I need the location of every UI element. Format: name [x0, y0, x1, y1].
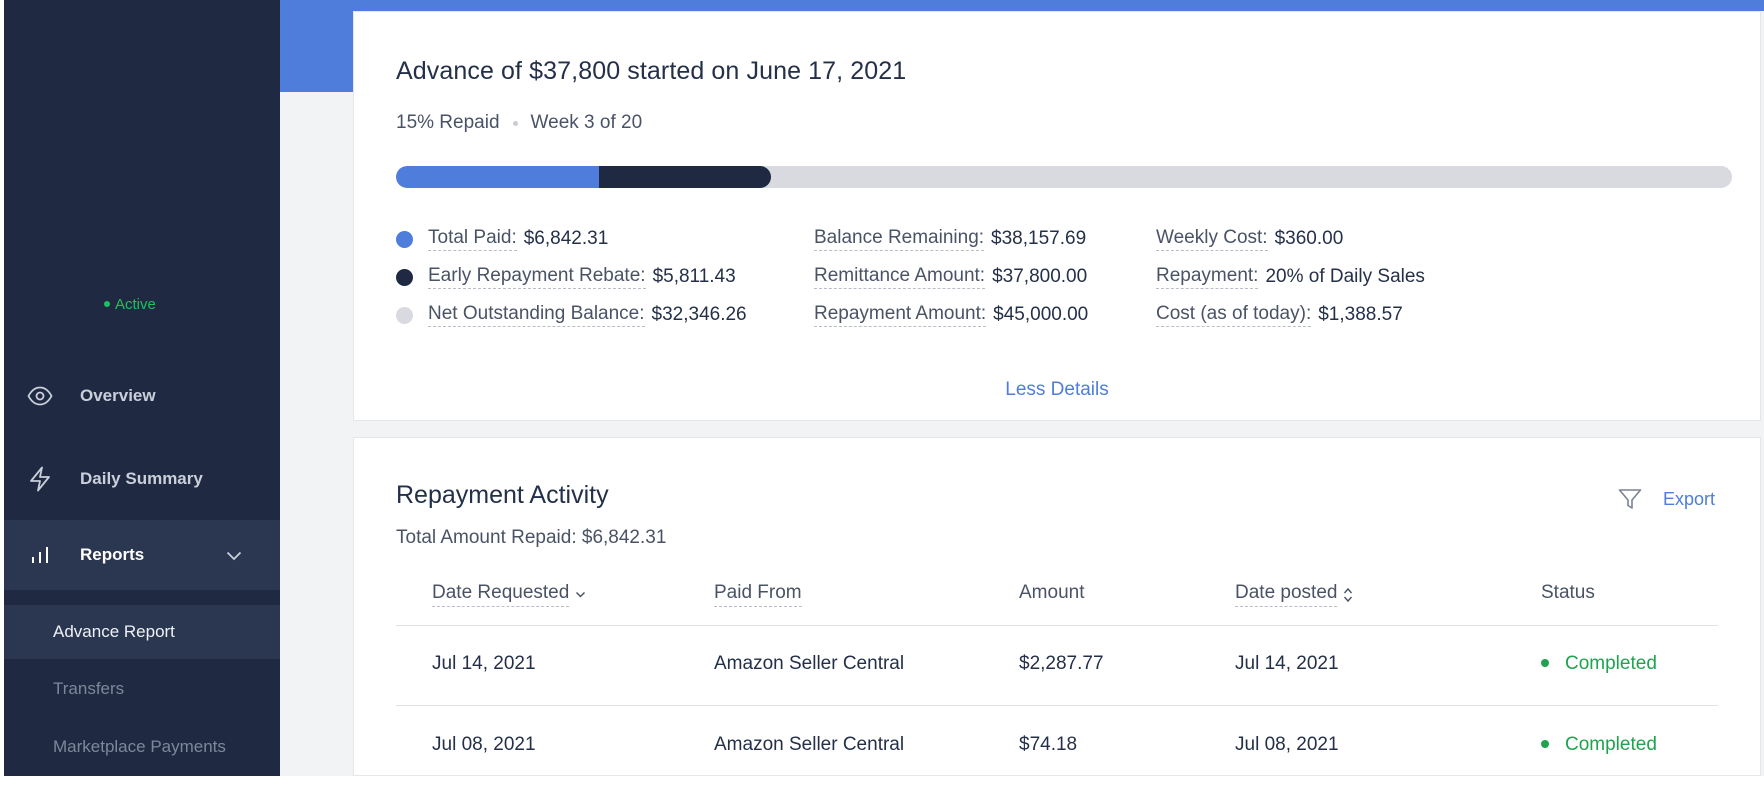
legend-dot-icon — [396, 268, 413, 286]
sidebar-item-overview[interactable]: Overview — [4, 361, 280, 431]
filter-icon[interactable] — [1617, 486, 1645, 514]
sidebar-item-daily-summary[interactable]: Daily Summary — [4, 444, 280, 514]
sidebar-item-label: Reports — [80, 545, 145, 564]
column-header-label: Date Requested — [432, 582, 570, 607]
total-amount-repaid: Total Amount Repaid: $6,842.31 — [396, 527, 667, 548]
sidebar-subitem-marketplace-payments[interactable]: Marketplace Payments — [4, 720, 280, 774]
table-row[interactable]: Jul 08, 2021 Amazon Seller Central $74.1… — [396, 706, 1718, 786]
column-header-date-posted[interactable]: Date posted — [1235, 582, 1353, 607]
detail-repayment-amount: Repayment Amount: $45,000.00 — [814, 296, 1088, 334]
detail-label: Cost (as of today): — [1156, 303, 1312, 327]
advance-subtitle: 15% Repaid Week 3 of 20 — [396, 112, 642, 134]
legend-label: Early Repayment Rebate: — [428, 265, 646, 289]
chevron-down-icon[interactable] — [226, 546, 242, 566]
status-dot-icon — [1541, 740, 1549, 748]
status-label: Active — [115, 296, 156, 313]
legend-early-repayment-rebate: Early Repayment Rebate: $5,811.43 — [396, 258, 747, 296]
status-text: Completed — [1565, 653, 1657, 674]
detail-value: $1,388.57 — [1318, 304, 1403, 325]
lightning-icon — [26, 465, 54, 493]
separator-dot — [512, 120, 518, 126]
sidebar-subitem-label: Advance Report — [53, 622, 175, 641]
column-header-label: Paid From — [714, 582, 802, 607]
detail-label: Balance Remaining: — [814, 227, 985, 251]
sidebar-item-reports[interactable]: Reports — [4, 520, 280, 590]
cell-paid-from: Amazon Seller Central — [714, 653, 905, 674]
table-row[interactable]: Jul 14, 2021 Amazon Seller Central $2,28… — [396, 625, 1718, 706]
detail-repayment: Repayment: 20% of Daily Sales — [1156, 258, 1425, 296]
legend-dot-icon — [396, 306, 413, 324]
status-text: Completed — [1565, 734, 1657, 755]
advance-title: Advance of $37,800 started on June 17, 2… — [396, 57, 907, 85]
column-header-amount[interactable]: Amount — [1019, 582, 1084, 604]
detail-balance-remaining: Balance Remaining: $38,157.69 — [814, 220, 1088, 258]
detail-value: $360.00 — [1274, 228, 1344, 249]
status-badge: Completed — [1541, 734, 1657, 756]
bar-chart-icon — [26, 541, 54, 569]
status-dot-icon — [104, 301, 110, 308]
status-badge: Completed — [1541, 653, 1657, 675]
detail-value: $45,000.00 — [993, 304, 1089, 325]
cell-date-requested: Jul 08, 2021 — [432, 734, 536, 755]
legend-total-paid: Total Paid: $6,842.31 — [396, 220, 747, 258]
account-status: Active — [104, 296, 156, 313]
detail-label: Remittance Amount: — [814, 265, 986, 289]
column-header-label: Date posted — [1235, 582, 1338, 607]
header-accent-strip — [280, 0, 1764, 11]
export-link[interactable]: Export — [1663, 489, 1715, 510]
chevron-down-icon — [575, 591, 586, 599]
legend-dot-icon — [396, 230, 413, 248]
detail-value: $37,800.00 — [992, 266, 1088, 287]
sidebar-subitem-advance-report[interactable]: Advance Report — [4, 605, 280, 659]
sidebar-item-label: Daily Summary — [80, 469, 203, 488]
table-header: Date Requested Paid From Amount Date pos… — [396, 568, 1718, 626]
legend-label: Net Outstanding Balance: — [428, 303, 645, 327]
column-header-status[interactable]: Status — [1541, 582, 1595, 604]
status-dot-icon — [1541, 659, 1549, 667]
legend-value: $32,346.26 — [651, 304, 747, 325]
cell-date-posted: Jul 08, 2021 — [1235, 734, 1339, 755]
header-accent-block — [280, 0, 353, 92]
repayment-activity-card: Repayment Activity Total Amount Repaid: … — [353, 437, 1761, 776]
detail-remittance-amount: Remittance Amount: $37,800.00 — [814, 258, 1088, 296]
detail-label: Weekly Cost: — [1156, 227, 1268, 251]
column-header-paid-from[interactable]: Paid From — [714, 582, 802, 607]
repayment-progress-bar — [396, 166, 1732, 188]
cell-amount: $74.18 — [1019, 734, 1078, 755]
legend-value: $6,842.31 — [523, 228, 609, 249]
legend-net-outstanding-balance: Net Outstanding Balance: $32,346.26 — [396, 296, 747, 334]
sidebar-subitem-label: Marketplace Payments — [53, 737, 226, 756]
advance-summary-card: Advance of $37,800 started on June 17, 2… — [353, 11, 1761, 421]
repaid-percent: 15% Repaid — [396, 112, 500, 133]
sidebar: Active Overview Daily Summary Reports Ad… — [4, 0, 280, 776]
cell-paid-from: Amazon Seller Central — [714, 734, 905, 755]
sidebar-subitem-transfers[interactable]: Transfers — [4, 662, 280, 716]
detail-value: $38,157.69 — [991, 228, 1087, 249]
detail-weekly-cost: Weekly Cost: $360.00 — [1156, 220, 1425, 258]
detail-column-2: Balance Remaining: $38,157.69 Remittance… — [814, 220, 1088, 334]
detail-label: Repayment: — [1156, 265, 1259, 289]
sidebar-subitem-label: Transfers — [53, 679, 125, 698]
sidebar-item-label: Overview — [80, 386, 156, 405]
column-header-date-requested[interactable]: Date Requested — [432, 582, 586, 607]
column-header-label: Amount — [1019, 582, 1085, 603]
detail-value: 20% of Daily Sales — [1265, 266, 1425, 287]
column-header-label: Status — [1541, 582, 1595, 603]
cell-amount: $2,287.77 — [1019, 653, 1104, 674]
section-title: Repayment Activity — [396, 481, 609, 509]
cell-date-posted: Jul 14, 2021 — [1235, 653, 1339, 674]
progress-rebate-segment — [599, 166, 771, 188]
week-progress: Week 3 of 20 — [530, 112, 643, 133]
detail-label: Repayment Amount: — [814, 303, 987, 327]
legend-column-1: Total Paid: $6,842.31 Early Repayment Re… — [396, 220, 747, 334]
progress-paid-segment — [396, 166, 599, 188]
cell-date-requested: Jul 14, 2021 — [432, 653, 536, 674]
legend-value: $5,811.43 — [652, 266, 736, 287]
eye-icon — [26, 382, 54, 410]
sort-icon — [1343, 587, 1353, 603]
detail-column-3: Weekly Cost: $360.00 Repayment: 20% of D… — [1156, 220, 1425, 334]
less-details-link[interactable]: Less Details — [354, 379, 1760, 401]
legend-label: Total Paid: — [428, 227, 517, 251]
detail-cost-as-of-today: Cost (as of today): $1,388.57 — [1156, 296, 1425, 334]
